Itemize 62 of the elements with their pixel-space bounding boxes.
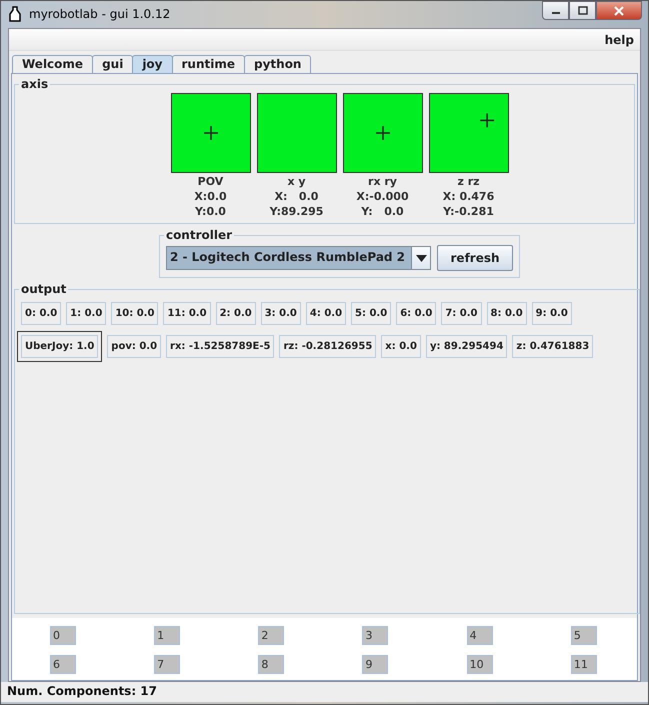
- joystick-button-indicator: 1: [154, 626, 180, 645]
- group-title: controller: [164, 228, 234, 242]
- joystick-button-indicator: 5: [570, 626, 597, 645]
- tab[interactable]: python: [244, 55, 312, 73]
- output-button[interactable]: x: 0.0: [381, 335, 421, 358]
- axis-label: POV: [198, 174, 224, 189]
- axis-y-value: Y:-0.281: [443, 204, 494, 219]
- joystick-button-indicator: 0: [50, 626, 76, 645]
- output-button[interactable]: pov: 0.0: [107, 335, 162, 358]
- output-button[interactable]: UberJoy: 1.0: [17, 331, 102, 362]
- axis-label: rx ry: [368, 174, 397, 189]
- output-button[interactable]: y: 89.295494: [426, 335, 508, 358]
- output-button[interactable]: 10: 0.0: [111, 302, 158, 325]
- minimize-button[interactable]: [542, 1, 569, 20]
- joystick-button-indicator: 11: [570, 655, 597, 674]
- maximize-icon: [578, 6, 588, 15]
- app-icon: [9, 6, 21, 22]
- close-button[interactable]: [596, 1, 642, 20]
- axis-x-value: X:-0.000: [356, 189, 409, 204]
- joystick-button-indicator: 3: [362, 626, 388, 645]
- axis-y-value: Y:89.295: [270, 204, 324, 219]
- axis-label: x y: [287, 174, 306, 189]
- output-button[interactable]: 9: 0.0: [532, 302, 572, 325]
- output-button[interactable]: 7: 0.0: [441, 302, 482, 325]
- joystick-button-indicator: 10: [466, 655, 493, 674]
- joystick-button-indicator: 9: [362, 655, 388, 674]
- menu-item[interactable]: help: [604, 32, 634, 46]
- axis-x-value: X: 0.476: [442, 189, 494, 204]
- output-button[interactable]: 4: 0.0: [306, 302, 346, 325]
- axis-label: z rz: [457, 174, 480, 189]
- output-button[interactable]: 5: 0.0: [351, 302, 392, 325]
- output-button[interactable]: 1: 0.0: [66, 302, 106, 325]
- tab[interactable]: Welcome: [12, 55, 94, 73]
- output-button[interactable]: rx: -1.5258789E-5: [166, 335, 274, 358]
- group-title: output: [20, 282, 68, 296]
- controller-dropdown[interactable]: 2 - Logitech Cordless RumblePad 2: [166, 246, 432, 270]
- joystick-button-indicator: 6: [50, 655, 76, 674]
- axis-y-value: Y:0.0: [195, 204, 226, 219]
- status-text: Num. Components: 17: [1, 682, 648, 702]
- axis-x-value: X:0.0: [194, 189, 227, 204]
- axis-y-value: Y: 0.0: [361, 204, 404, 219]
- close-icon: [613, 6, 625, 16]
- output-button[interactable]: 0: 0.0: [21, 302, 62, 325]
- joystick-button-indicator: 4: [466, 626, 493, 645]
- tab[interactable]: joy: [132, 55, 172, 73]
- window-title: myrobotlab - gui 1.0.12: [29, 6, 170, 20]
- output-button[interactable]: rz: -0.28126955: [279, 335, 376, 358]
- output-button[interactable]: 8: 0.0: [486, 302, 527, 325]
- output-button[interactable]: 11: 0.0: [163, 302, 211, 325]
- tab[interactable]: gui: [92, 55, 134, 73]
- output-button[interactable]: 3: 0.0: [260, 302, 301, 325]
- dropdown-arrow-icon: [416, 254, 427, 262]
- output-button[interactable]: 6: 0.0: [396, 302, 436, 325]
- joystick-button-indicator: 7: [154, 655, 180, 674]
- refresh-button[interactable]: refresh: [437, 245, 514, 271]
- joystick-button-indicator: 8: [258, 655, 284, 674]
- output-button[interactable]: 2: 0.0: [216, 302, 256, 325]
- output-button[interactable]: z: 0.4761883: [512, 335, 594, 358]
- axis-x-value: X: 0.0: [274, 189, 318, 204]
- group-title: axis: [20, 77, 50, 91]
- maximize-button[interactable]: [569, 1, 596, 20]
- joystick-button-indicator: 2: [258, 626, 284, 645]
